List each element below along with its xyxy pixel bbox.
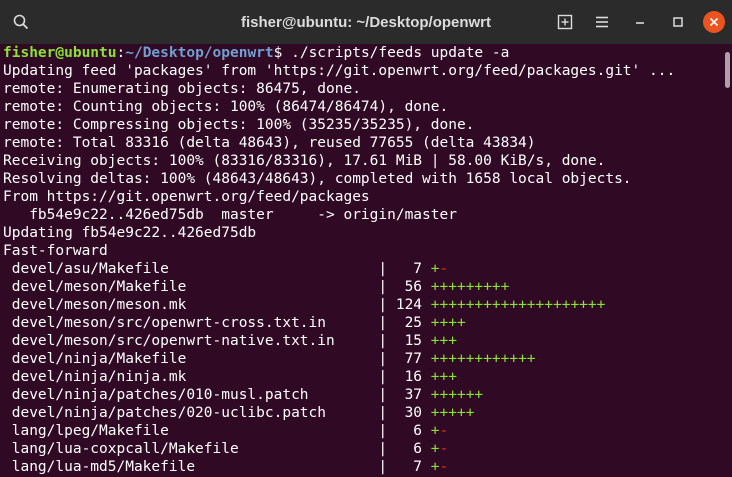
diffstat-count: 77 <box>395 351 423 367</box>
diffstat-row: devel/ninja/ninja.mk | 16 +++ <box>0 368 724 386</box>
diffstat-plus: +++ <box>430 369 457 385</box>
diffstat-row: devel/asu/Makefile | 7 +- <box>0 260 724 278</box>
prompt-line: fisher@ubuntu:~/Desktop/openwrt$ ./scrip… <box>0 44 724 62</box>
diffstat-count: 25 <box>395 315 423 331</box>
prompt-command: ./scripts/feeds update -a <box>282 45 510 61</box>
diffstat-row: devel/meson/Makefile | 56 +++++++++ <box>0 278 724 296</box>
diffstat-row: lang/lpeg/Makefile | 6 +- <box>0 422 724 440</box>
diffstat-count: 124 <box>395 297 423 313</box>
diffstat-row: devel/meson/src/openwrt-cross.txt.in | 2… <box>0 314 724 332</box>
diffstat-path: devel/ninja/patches/020-uclibc.patch | <box>3 405 396 421</box>
diffstat-row: devel/ninja/patches/020-uclibc.patch | 3… <box>0 404 724 422</box>
diffstat-minus: - <box>439 261 449 277</box>
diffstat-minus: - <box>439 459 449 475</box>
diffstat-path: lang/lua-md5/Makefile | <box>3 459 396 475</box>
prompt-path: ~/Desktop/openwrt <box>125 45 274 61</box>
diffstat-path: devel/meson/meson.mk | <box>3 297 396 313</box>
diffstat-path: lang/lua-coxpcall/Makefile | <box>3 441 396 457</box>
maximize-button[interactable] <box>666 10 690 34</box>
output-line: From https://git.openwrt.org/feed/packag… <box>3 189 370 205</box>
prompt-user-host: fisher@ubuntu <box>3 45 117 61</box>
output-line: remote: Compressing objects: 100% (35235… <box>3 117 475 133</box>
diffstat-path: lang/lpeg/Makefile | <box>3 423 396 439</box>
diffstat-plus: + <box>430 459 440 475</box>
diffstat-plus: ++++++++++++++++++++ <box>430 297 606 313</box>
output-line: remote: Counting objects: 100% (86474/86… <box>3 99 449 115</box>
diffstat-count: 30 <box>395 405 423 421</box>
diffstat-row: lang/lua-coxpcall/Makefile | 6 +- <box>0 440 724 458</box>
diffstat-plus: + <box>430 423 440 439</box>
diffstat-plus: +++++++++ <box>430 279 510 295</box>
diffstat-plus: +++++ <box>430 405 475 421</box>
scrollbar-thumb[interactable] <box>725 52 730 88</box>
maximize-icon <box>673 17 683 27</box>
diffstat-row: devel/meson/meson.mk | 124 +++++++++++++… <box>0 296 724 314</box>
diffstat-path: devel/ninja/Makefile | <box>3 351 396 367</box>
diffstat-path: devel/asu/Makefile | <box>3 261 396 277</box>
diffstat-count: 56 <box>395 279 423 295</box>
diffstat-plus: ++++++++++++ <box>430 351 536 367</box>
menu-button[interactable] <box>590 10 614 34</box>
prompt-colon: : <box>116 45 126 61</box>
diffstat-row: devel/ninja/Makefile | 77 ++++++++++++ <box>0 350 724 368</box>
diffstat-path: devel/ninja/patches/010-musl.patch | <box>3 387 396 403</box>
diffstat-plus: + <box>430 441 440 457</box>
minimize-icon <box>636 22 644 24</box>
hamburger-menu-icon <box>596 16 608 28</box>
output-line: Updating feed 'packages' from 'https://g… <box>3 63 676 79</box>
output-line: Receiving objects: 100% (83316/83316), 1… <box>3 153 606 169</box>
diffstat-count: 6 <box>395 441 423 457</box>
diffstat-minus: - <box>439 441 449 457</box>
diffstat-plus: ++++++ <box>430 387 484 403</box>
terminal-output[interactable]: fisher@ubuntu:~/Desktop/openwrt$ ./scrip… <box>0 44 724 477</box>
diffstat-path: devel/meson/src/openwrt-cross.txt.in | <box>3 315 396 331</box>
new-tab-button[interactable] <box>553 10 577 34</box>
close-button[interactable] <box>703 11 725 33</box>
diffstat-row: lang/lua-md5/Makefile | 7 +- <box>0 458 724 476</box>
diffstat-plus: + <box>430 261 440 277</box>
search-icon <box>13 14 29 30</box>
diffstat-row: devel/ninja/patches/010-musl.patch | 37 … <box>0 386 724 404</box>
search-button[interactable] <box>9 10 33 34</box>
vertical-scrollbar[interactable] <box>724 44 732 477</box>
output-line: fb54e9c22..426ed75db master -> origin/ma… <box>3 207 457 223</box>
diffstat-count: 7 <box>395 459 423 475</box>
window-title: fisher@ubuntu: ~/Desktop/openwrt <box>240 13 492 31</box>
output-line: remote: Enumerating objects: 86475, done… <box>3 81 361 97</box>
diffstat-minus: - <box>439 423 449 439</box>
title-bar: fisher@ubuntu: ~/Desktop/openwrt <box>0 0 732 44</box>
output-line: Fast-forward <box>3 243 108 259</box>
diffstat-path: devel/meson/Makefile | <box>3 279 396 295</box>
diffstat-path: devel/meson/src/openwrt-native.txt.in | <box>3 333 396 349</box>
diffstat-count: 6 <box>395 423 423 439</box>
minimize-button[interactable] <box>628 10 652 34</box>
output-line: Updating fb54e9c22..426ed75db <box>3 225 257 241</box>
diffstat-count: 37 <box>395 387 423 403</box>
diffstat-plus: ++++ <box>430 315 466 331</box>
diffstat-path: devel/ninja/ninja.mk | <box>3 369 396 385</box>
diffstat-count: 15 <box>395 333 423 349</box>
new-tab-icon <box>557 14 573 30</box>
diffstat-plus: +++ <box>430 333 457 349</box>
diffstat-row: devel/meson/src/openwrt-native.txt.in | … <box>0 332 724 350</box>
close-icon <box>709 17 719 27</box>
diffstat-count: 16 <box>395 369 423 385</box>
output-line: remote: Total 83316 (delta 48643), reuse… <box>3 135 536 151</box>
output-line: Resolving deltas: 100% (48643/48643), co… <box>3 171 632 187</box>
diffstat-count: 7 <box>395 261 423 277</box>
